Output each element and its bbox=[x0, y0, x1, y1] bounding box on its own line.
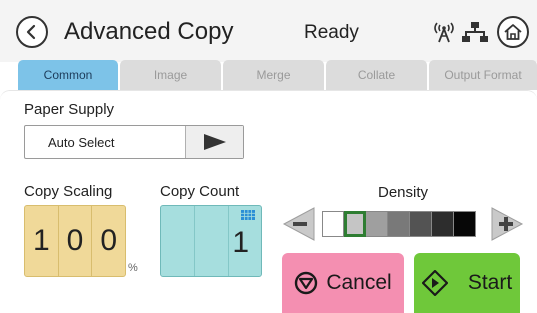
back-icon bbox=[26, 24, 36, 40]
scaling-digit: 1 bbox=[25, 206, 59, 276]
copy-count-label: Copy Count bbox=[160, 183, 240, 200]
tab-collate[interactable]: Collate bbox=[326, 60, 427, 90]
start-button[interactable]: Start bbox=[414, 253, 520, 313]
copy-scaling-label: Copy Scaling bbox=[24, 183, 113, 200]
scaling-digit: 0 bbox=[100, 224, 118, 257]
page-title: Advanced Copy bbox=[64, 18, 234, 45]
density-increase-button[interactable] bbox=[490, 206, 524, 242]
status-text: Ready bbox=[304, 22, 359, 43]
scaling-unit: % bbox=[128, 262, 138, 274]
density-label: Density bbox=[378, 184, 429, 201]
density-level-4[interactable] bbox=[388, 211, 410, 237]
back-button[interactable] bbox=[16, 16, 48, 48]
start-label: Start bbox=[467, 271, 513, 294]
minus-icon bbox=[293, 222, 307, 226]
density-scale[interactable] bbox=[322, 211, 476, 237]
copy-count-display[interactable]: 1 bbox=[160, 205, 262, 277]
copy-scaling-display[interactable]: 1 0 0 bbox=[24, 205, 126, 277]
home-button[interactable] bbox=[497, 16, 529, 48]
count-divider bbox=[194, 206, 195, 276]
scaling-digit: 0 bbox=[59, 206, 93, 276]
stop-icon bbox=[295, 271, 318, 295]
density-level-1[interactable] bbox=[322, 211, 344, 237]
tab-common[interactable]: Common bbox=[18, 60, 118, 90]
copy-count-value: 1 bbox=[232, 226, 249, 259]
wireless-icon bbox=[434, 22, 454, 43]
count-divider bbox=[228, 206, 229, 276]
density-decrease-button[interactable] bbox=[282, 206, 316, 242]
paper-supply-label: Paper Supply bbox=[24, 101, 115, 118]
start-icon bbox=[421, 270, 448, 296]
density-level-3[interactable] bbox=[366, 211, 388, 237]
home-icon bbox=[504, 24, 522, 40]
paper-supply-select[interactable]: Auto Select bbox=[24, 125, 244, 159]
paper-supply-button[interactable] bbox=[185, 126, 243, 158]
play-arrow-icon bbox=[203, 134, 226, 150]
header-bar: Advanced Copy Ready bbox=[0, 0, 537, 62]
density-level-2[interactable] bbox=[344, 211, 366, 237]
cancel-button[interactable]: Cancel bbox=[282, 253, 404, 313]
density-level-6[interactable] bbox=[432, 211, 454, 237]
paper-supply-value: Auto Select bbox=[48, 135, 115, 150]
keypad-icon bbox=[241, 210, 255, 220]
tab-merge[interactable]: Merge bbox=[223, 60, 324, 90]
density-level-7[interactable] bbox=[454, 211, 476, 237]
cancel-label: Cancel bbox=[326, 271, 392, 294]
tab-image[interactable]: Image bbox=[120, 60, 221, 90]
density-level-5[interactable] bbox=[410, 211, 432, 237]
tab-output-format[interactable]: Output Format bbox=[429, 60, 537, 90]
wired-network-icon bbox=[462, 22, 488, 42]
